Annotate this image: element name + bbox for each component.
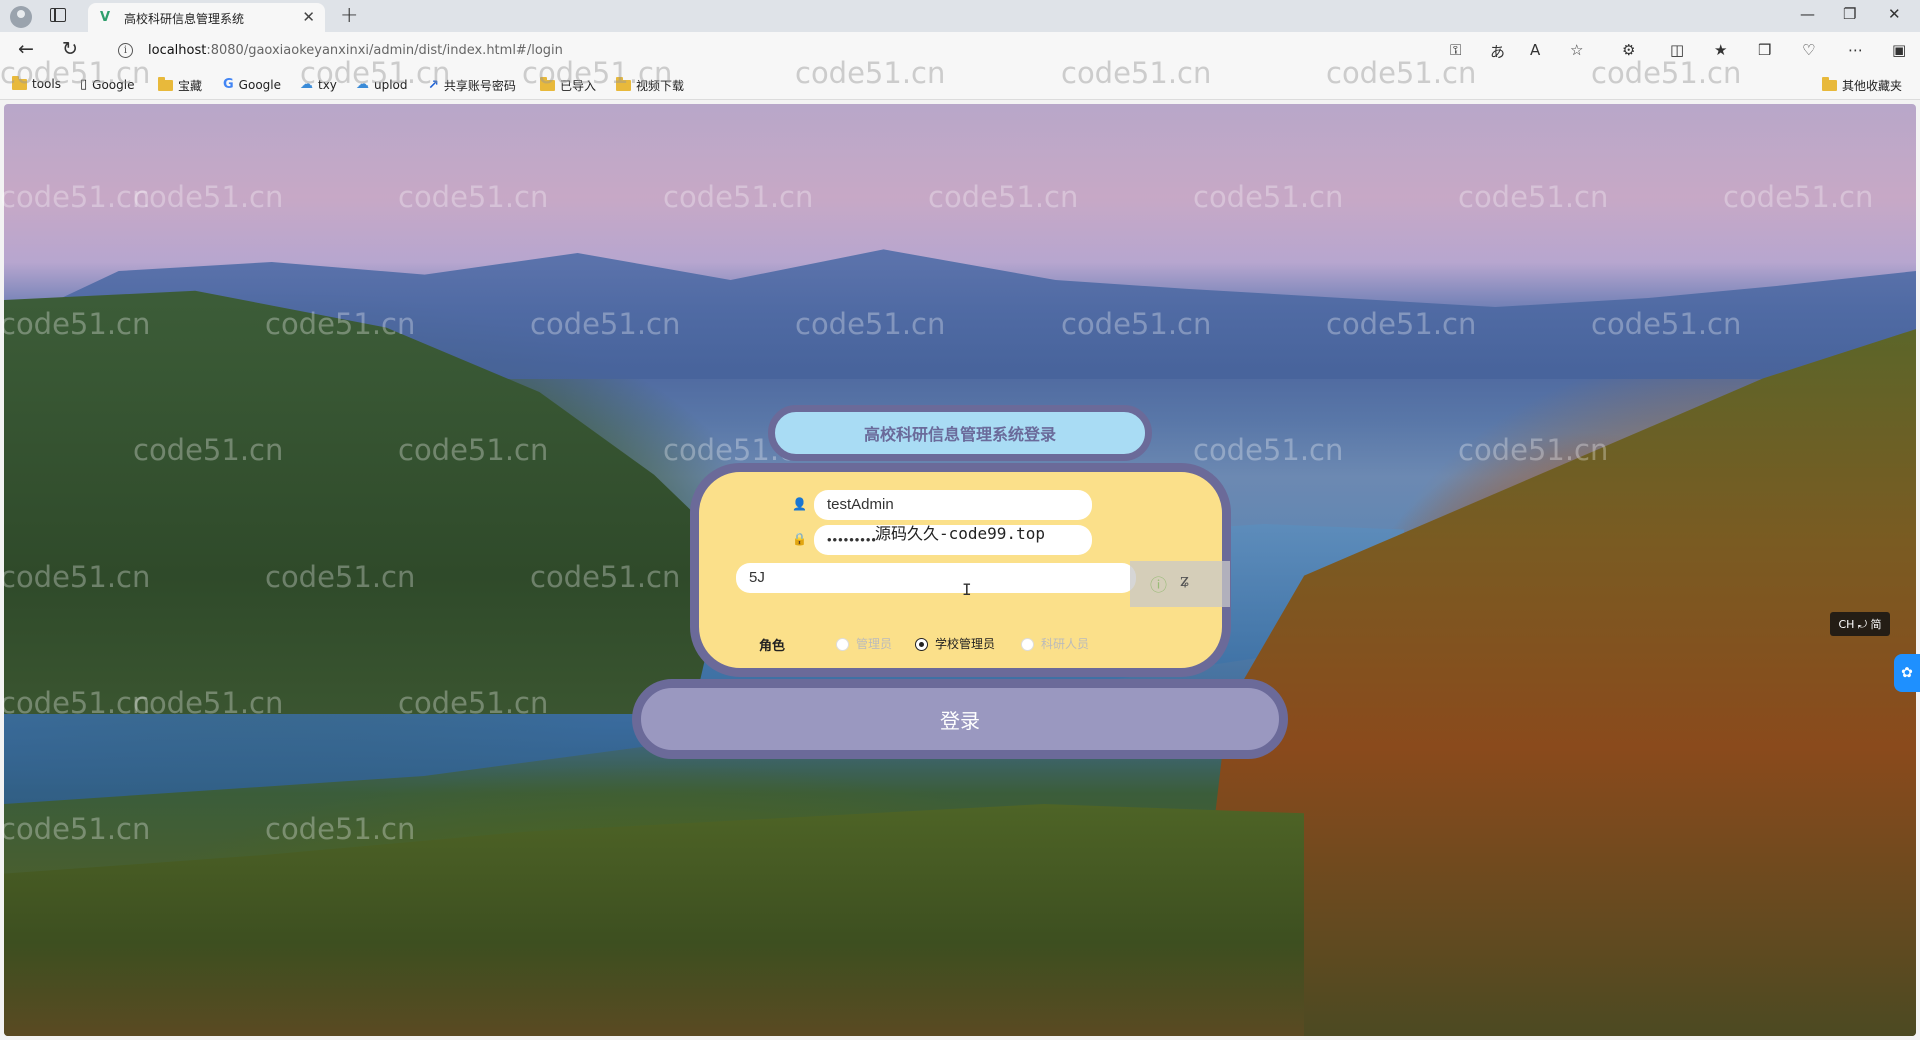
captcha-glyph-icon: ⓘ [1150, 576, 1167, 596]
read-aloud-icon[interactable]: A [1530, 41, 1540, 59]
bookmark-label: Google [238, 77, 281, 92]
folder-icon [158, 77, 173, 91]
cloud-icon: ☁ [300, 77, 313, 92]
new-tab-icon[interactable]: + [340, 3, 358, 28]
bookmark-label: tools [32, 77, 61, 91]
tab-strip: V 高校科研信息管理系统 ✕ + — ❐ ✕ [0, 0, 1920, 32]
login-form: 👤 testAdmin 🔒 ••••••••• 5J ⓘ ʑ 角色 管理员 学校… [690, 463, 1231, 677]
sidebar-icon[interactable]: ▣ [1892, 41, 1906, 59]
browser-toolbar: ← ↻ i localhost:8080/gaoxiaokeyanxinxi/a… [0, 32, 1920, 70]
bookmark-label: 宝藏 [178, 79, 203, 93]
bookmark-label: 视频下载 [636, 79, 685, 93]
role-radio-admin[interactable] [836, 638, 849, 651]
role-label: 角色 [759, 639, 786, 654]
address-bar[interactable]: i localhost:8080/gaoxiaokeyanxinxi/admin… [108, 35, 1508, 67]
bookmark-tools[interactable]: tools [12, 75, 61, 91]
cloud-icon: ☁ [356, 77, 369, 92]
side-assistant-icon[interactable]: ✿ [1894, 654, 1920, 692]
favorites-icon[interactable]: ★ [1714, 41, 1727, 59]
url-text[interactable]: localhost:8080/gaoxiaokeyanxinxi/admin/d… [148, 43, 563, 58]
bookmark-google[interactable]: ▯ Google [80, 77, 134, 92]
login-button-label: 登录 [940, 708, 980, 733]
collections-icon[interactable]: ❒ [1758, 41, 1771, 59]
bookmark-uplod[interactable]: ☁ uplod [356, 77, 408, 92]
lock-icon: 🔒 [792, 532, 807, 546]
tab-title: 高校科研信息管理系统 [124, 12, 245, 26]
captcha-input[interactable]: 5J [736, 563, 1136, 593]
workspaces-icon[interactable] [50, 8, 66, 22]
login-title-banner: 高校科研信息管理系统登录 [768, 405, 1152, 461]
extensions-icon[interactable]: ⚙ [1622, 41, 1635, 59]
folder-icon [1822, 77, 1837, 91]
translate-icon[interactable]: あ [1490, 41, 1505, 62]
login-title: 高校科研信息管理系统登录 [863, 425, 1056, 444]
close-window-icon[interactable]: ✕ [1888, 5, 1901, 23]
profile-icon[interactable] [10, 6, 32, 28]
bookmark-label: Google [92, 77, 135, 92]
user-icon: 👤 [792, 497, 807, 511]
captcha-glyph-icon: ʑ [1180, 571, 1190, 591]
url-host: localhost [148, 43, 207, 58]
background-foreground-forest [4, 804, 1304, 1036]
role-label-admin[interactable]: 管理员 [856, 635, 892, 652]
login-button[interactable]: 登录 [632, 679, 1288, 759]
folder-icon [12, 75, 27, 90]
bookmark-label: txy [318, 77, 337, 92]
folder-icon [540, 77, 555, 91]
other-bookmarks-label: 其他收藏夹 [1842, 79, 1903, 93]
role-label-researcher[interactable]: 科研人员 [1041, 635, 1089, 652]
key-icon[interactable]: ⚿ [1450, 41, 1461, 59]
bookmark-txy[interactable]: ☁ txy [300, 77, 337, 92]
other-bookmarks[interactable]: 其他收藏夹 [1822, 77, 1902, 94]
text-cursor-icon: I [962, 580, 972, 599]
url-path: :8080/gaoxiaokeyanxinxi/admin/dist/index… [206, 43, 563, 58]
bookmark-label: 已导入 [560, 79, 597, 93]
folder-icon [616, 77, 631, 91]
share-icon: ↗ [428, 78, 439, 93]
google-icon: G [223, 77, 234, 92]
site-info-icon[interactable]: i [118, 43, 133, 58]
favorite-star-icon[interactable]: ☆ [1570, 41, 1583, 59]
captcha-image[interactable]: ⓘ ʑ [1130, 561, 1230, 607]
bookmark-shared-accounts[interactable]: ↗ 共享账号密码 [428, 77, 516, 94]
back-icon[interactable]: ← [18, 38, 34, 60]
refresh-icon[interactable]: ↻ [62, 38, 78, 60]
bookmark-baozang[interactable]: 宝藏 [158, 77, 202, 94]
role-radio-school-admin[interactable] [915, 638, 928, 651]
bookmark-label: 共享账号密码 [443, 79, 516, 93]
bookmark-video-download[interactable]: 视频下载 [616, 77, 684, 94]
tab-active[interactable]: V 高校科研信息管理系统 ✕ [88, 3, 325, 32]
role-label-school-admin[interactable]: 学校管理员 [935, 635, 995, 652]
more-menu-icon[interactable]: ⋯ [1848, 41, 1863, 59]
split-screen-icon[interactable]: ◫ [1670, 41, 1684, 59]
overlay-caption: 源码久久-code99.top [875, 524, 1045, 543]
tab-close-icon[interactable]: ✕ [302, 8, 315, 26]
page-icon: ▯ [80, 77, 88, 92]
ime-indicator[interactable]: CH ⤾ 简 [1830, 612, 1890, 636]
browser-essentials-icon[interactable]: ♡ [1802, 41, 1815, 59]
minimize-icon[interactable]: — [1800, 5, 1815, 23]
bookmarks-bar: tools ▯ Google 宝藏 G Google ☁ txy ☁ uplod ↗ 共享… [0, 70, 1920, 100]
bookmark-imported[interactable]: 已导入 [540, 77, 596, 94]
bookmark-label: uplod [374, 77, 408, 92]
vue-favicon-icon: V [100, 10, 111, 25]
bookmark-google-2[interactable]: G Google [223, 77, 281, 92]
restore-icon[interactable]: ❐ [1843, 5, 1856, 23]
role-radio-researcher[interactable] [1021, 638, 1034, 651]
username-input[interactable]: testAdmin [814, 490, 1092, 520]
